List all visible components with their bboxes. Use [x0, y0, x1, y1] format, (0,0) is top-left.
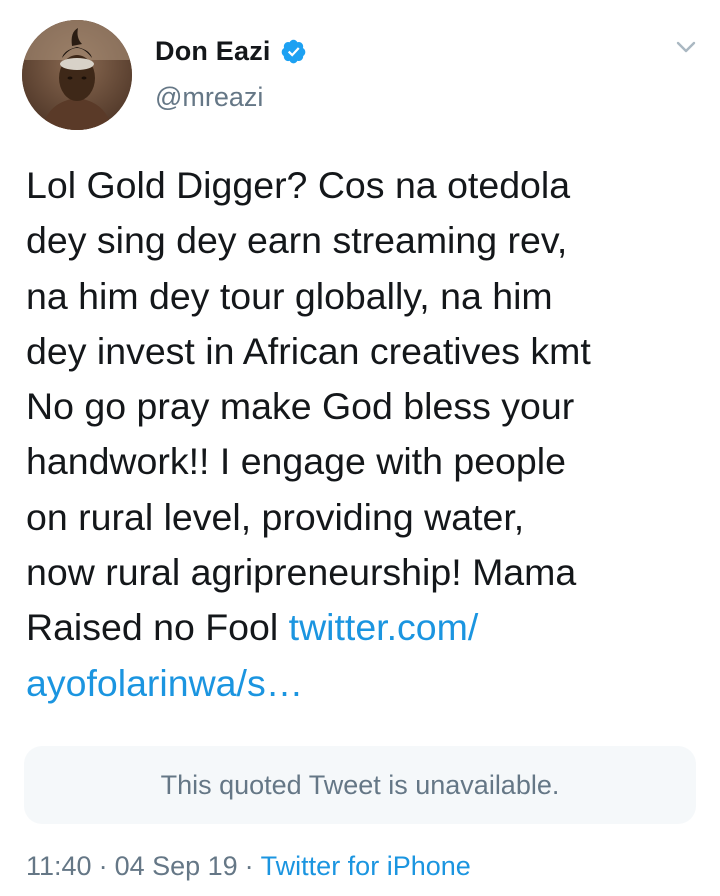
- tweet-line-text: Raised no Fool: [26, 606, 289, 649]
- separator-dot: ·: [98, 851, 108, 881]
- tweet-line: Raised no Fool twitter.com/: [26, 600, 706, 655]
- tweet-text: Lol Gold Digger? Cos na otedola dey sing…: [26, 158, 706, 711]
- tweet-link[interactable]: twitter.com/: [289, 606, 479, 648]
- tweet-date: 04 Sep 19: [114, 851, 238, 881]
- author-name-row[interactable]: Don Eazi: [155, 34, 307, 68]
- tweet-time: 11:40: [26, 851, 92, 881]
- tweet-line: on rural level, providing water,: [26, 495, 525, 538]
- chevron-down-icon[interactable]: [672, 36, 700, 58]
- tweet-link-continued[interactable]: ayofolarinwa/s…: [26, 662, 303, 704]
- tweet-line: now rural agripreneurship! Mama: [26, 551, 577, 594]
- verified-badge-icon: [281, 39, 305, 63]
- tweet-line: na him dey tour globally, na him: [26, 274, 553, 317]
- tweet-line: dey sing dey earn streaming rev,: [26, 219, 568, 262]
- profile-photo: [22, 20, 132, 130]
- author-handle[interactable]: @mreazi: [155, 82, 263, 113]
- tweet-line: No go pray make God bless your: [26, 385, 575, 428]
- tweet-line: Lol Gold Digger? Cos na otedola: [26, 164, 571, 206]
- quoted-tweet-message: This quoted Tweet is unavailable.: [160, 769, 560, 800]
- tweet-source-link[interactable]: Twitter for iPhone: [261, 851, 471, 881]
- avatar[interactable]: [22, 20, 132, 130]
- tweet-line: dey invest in African creatives kmt: [26, 329, 591, 372]
- tweet-metadata: 11:40 · 04 Sep 19 · Twitter for iPhone: [26, 851, 471, 882]
- quoted-tweet-unavailable: This quoted Tweet is unavailable.: [24, 746, 696, 824]
- tweet-line: handwork!! I engage with people: [26, 440, 566, 483]
- tweet-line: ayofolarinwa/s…: [26, 656, 706, 711]
- author-display-name[interactable]: Don Eazi: [155, 36, 271, 67]
- separator-dot: ·: [244, 851, 254, 881]
